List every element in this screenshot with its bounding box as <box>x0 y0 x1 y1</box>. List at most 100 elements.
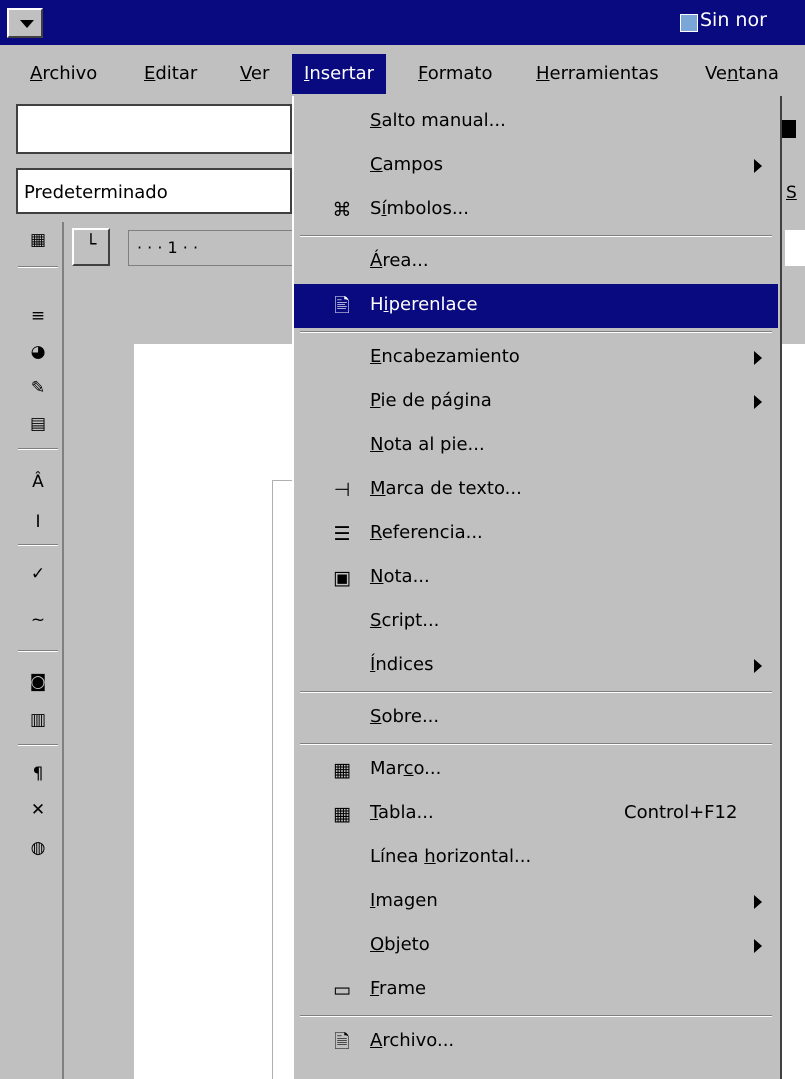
text-boundary <box>272 480 273 1079</box>
menu-item-label: Archivo... <box>370 1030 455 1051</box>
menu-separator <box>300 235 772 237</box>
menu-item-label: Símbolos... <box>370 198 469 219</box>
menu-separator <box>300 691 772 693</box>
url-input[interactable] <box>16 104 292 154</box>
direct-cursor-icon[interactable]: I <box>26 510 50 534</box>
chevron-down-icon <box>20 20 34 28</box>
menu-item-marco[interactable]: ▦ Marco... <box>294 748 778 792</box>
menu-item-marca-de-texto[interactable]: ⊣ Marca de texto... <box>294 468 778 512</box>
autospellcheck-icon[interactable]: ~ <box>26 608 50 632</box>
menu-editar[interactable]: Editar <box>144 63 197 84</box>
menu-item-nota-al-pie[interactable]: Nota al pie... <box>294 424 778 468</box>
menu-item-label: Objeto <box>370 934 430 955</box>
submenu-arrow-icon <box>754 659 762 673</box>
menu-item-indices[interactable]: Índices <box>294 644 778 688</box>
submenu-arrow-icon <box>754 351 762 365</box>
insert-object-icon[interactable]: ◕ <box>26 340 50 364</box>
menu-item-label: Encabezamiento <box>370 346 520 367</box>
menu-item-label: Tabla... <box>370 802 434 823</box>
menu-item-encabezamiento[interactable]: Encabezamiento <box>294 336 778 380</box>
toolbar-separator <box>18 650 58 652</box>
menu-item-salto-manual[interactable]: Salto manual... <box>294 100 778 144</box>
floating-frame-icon: ▭ <box>333 979 351 1001</box>
submenu-arrow-icon <box>754 895 762 909</box>
document-icon <box>680 14 698 32</box>
ruler-end <box>785 230 805 266</box>
menu-insertar[interactable]: Insertar <box>292 54 387 94</box>
menu-item-pie-de-pagina[interactable]: Pie de página <box>294 380 778 424</box>
menu-item-nota[interactable]: ▣ Nota... <box>294 556 778 600</box>
menu-item-label: Pie de página <box>370 390 492 411</box>
menu-separator <box>300 743 772 745</box>
spellcheck-icon[interactable]: ✓ <box>26 562 50 586</box>
menu-item-script[interactable]: Script... <box>294 600 778 644</box>
graphics-off-icon[interactable]: ✕ <box>26 798 50 822</box>
menu-item-referencia[interactable]: ☰ Referencia... <box>294 512 778 556</box>
menu-item-objeto[interactable]: Objeto <box>294 924 778 968</box>
frame-icon: ▦ <box>333 759 351 781</box>
menu-item-sobre[interactable]: Sobre... <box>294 696 778 740</box>
menu-item-simbolos[interactable]: ⌘ Símbolos... <box>294 188 778 232</box>
form-functions-icon[interactable]: ▤ <box>26 412 50 436</box>
menu-ver[interactable]: Ver <box>240 63 269 84</box>
edit-autotext-icon[interactable]: Â <box>26 470 50 494</box>
menu-item-label: Imagen <box>370 890 438 911</box>
find-replace-icon[interactable]: ◙ <box>26 670 50 694</box>
hyperlink-icon: 🖹 <box>334 295 350 317</box>
nonprinting-chars-icon[interactable]: ¶ <box>26 762 50 786</box>
menu-bar: Archivo Editar Ver Insertar Formato Herramien… <box>0 50 805 96</box>
menu-item-label: Hiperenlace <box>370 294 478 315</box>
toolbar-separator <box>18 448 58 450</box>
menu-item-imagen[interactable]: Imagen <box>294 880 778 924</box>
toolbar-separator <box>18 266 58 268</box>
menu-item-label: Script... <box>370 610 440 631</box>
menu-item-label: Referencia... <box>370 522 483 543</box>
menu-item-campos[interactable]: Campos <box>294 144 778 188</box>
paragraph-style-select[interactable]: Predeterminado <box>16 168 292 214</box>
insert-table-icon[interactable]: ▦ <box>26 228 50 252</box>
draw-functions-icon[interactable]: ✎ <box>26 376 50 400</box>
menu-item-label: Área... <box>370 250 429 271</box>
note-icon: ▣ <box>333 567 351 589</box>
shortcut-label: Control+F12 <box>624 802 738 823</box>
ruler[interactable]: · · · 1 · · <box>128 230 294 266</box>
file-icon: 🗎 <box>334 1031 350 1053</box>
menu-item-label: Índices <box>370 654 434 675</box>
menu-item-label: Nota al pie... <box>370 434 485 455</box>
insert-fields-icon[interactable]: ≡ <box>26 304 50 328</box>
toolbar-separator <box>18 544 58 546</box>
underline-button[interactable]: S <box>786 183 797 203</box>
menu-item-tabla[interactable]: ▦ Tabla... Control+F12 <box>294 792 778 836</box>
document-page[interactable] <box>134 344 294 1079</box>
table-icon: ▦ <box>333 803 351 825</box>
data-sources-icon[interactable]: ▥ <box>26 708 50 732</box>
online-layout-icon[interactable]: ◍ <box>26 836 50 860</box>
submenu-arrow-icon <box>754 395 762 409</box>
menu-archivo[interactable]: Archivo <box>30 63 97 84</box>
menu-item-label: Línea horizontal... <box>370 846 532 867</box>
menu-item-hiperenlace[interactable]: 🖹 Hiperenlace <box>294 284 778 328</box>
menu-item-archivo-ins[interactable]: 🗎 Archivo... <box>294 1020 778 1064</box>
menu-formato[interactable]: Formato <box>418 63 492 84</box>
menu-ventana[interactable]: Ventana <box>705 63 779 84</box>
menu-item-label: Marco... <box>370 758 442 779</box>
menu-item-label: Campos <box>370 154 443 175</box>
submenu-arrow-icon <box>754 159 762 173</box>
menu-herramientas[interactable]: Herramientas <box>536 63 659 84</box>
menu-item-label: Frame <box>370 978 427 999</box>
menu-item-label: Salto manual... <box>370 110 506 131</box>
document-page-right <box>782 344 805 1079</box>
menu-item-label: Marca de texto... <box>370 478 522 499</box>
menu-item-frame[interactable]: ▭ Frame <box>294 968 778 1012</box>
insert-menu: Salto manual... Campos ⌘ Símbolos... Área...… <box>292 96 782 1079</box>
menu-separator <box>300 331 772 333</box>
window-title: Sin nor <box>700 9 767 31</box>
bookmark-icon: ⊣ <box>333 479 351 501</box>
menu-item-linea-horizontal[interactable]: Línea horizontal... <box>294 836 778 880</box>
window-menu-button[interactable] <box>7 8 43 38</box>
tab-stop-button[interactable]: └ <box>72 228 110 266</box>
submenu-arrow-icon <box>754 939 762 953</box>
menu-separator <box>300 1015 772 1017</box>
menu-item-area[interactable]: Área... <box>294 240 778 284</box>
reference-icon: ☰ <box>333 523 351 545</box>
